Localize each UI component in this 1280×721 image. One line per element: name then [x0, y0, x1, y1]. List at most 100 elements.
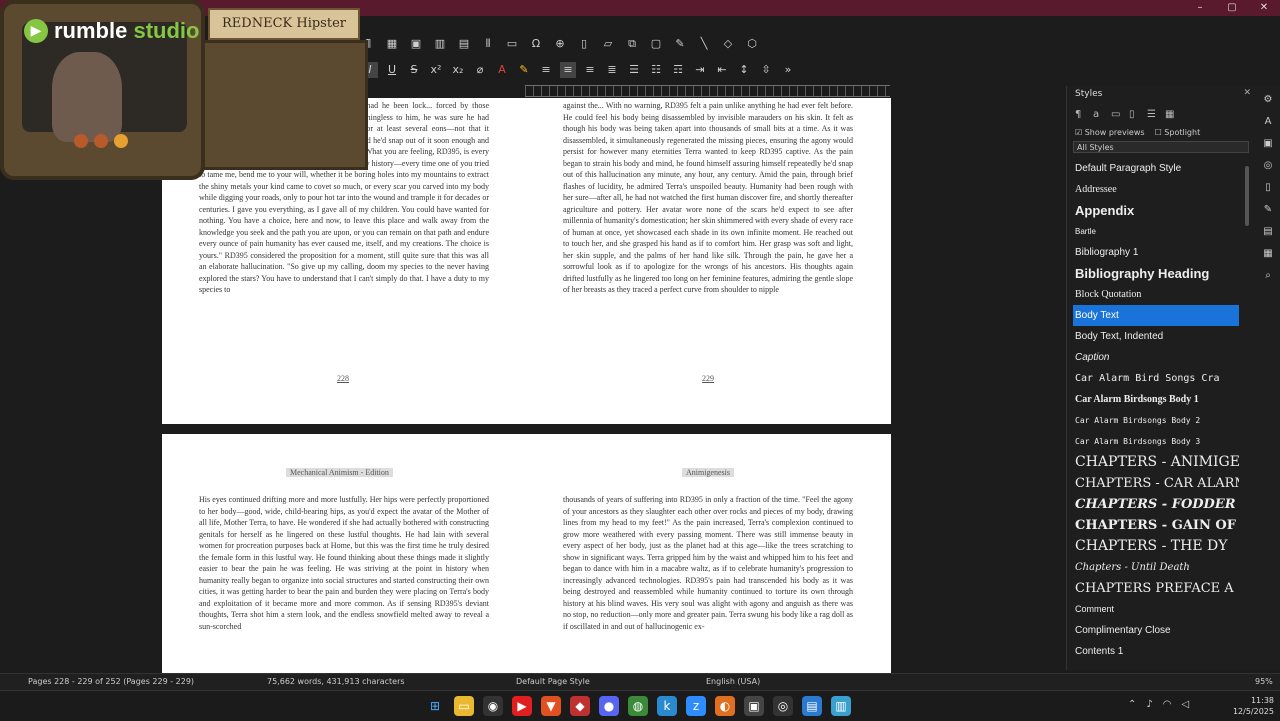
draw-functions-icon[interactable]: ⬡ — [744, 36, 760, 52]
sidebar-close-icon[interactable]: ✕ — [1243, 88, 1251, 98]
style-item[interactable]: Addressee — [1073, 179, 1239, 200]
spotlight-checkbox[interactable]: ☐ Spotlight — [1155, 128, 1201, 137]
outline-icon[interactable]: ☶ — [670, 62, 686, 78]
page-count[interactable]: Pages 228 - 229 of 252 (Pages 229 - 229) — [28, 677, 194, 686]
line-icon[interactable]: ╲ — [696, 36, 712, 52]
cross-reference-icon[interactable]: ⧉ — [624, 36, 640, 52]
brave-icon[interactable]: ▼ — [541, 696, 561, 716]
style-item[interactable]: Body Text, Indented — [1073, 326, 1239, 347]
find-icon[interactable]: ⌕ — [1261, 270, 1275, 284]
style-item[interactable]: CHAPTERS - ANIMIGE — [1073, 452, 1239, 473]
text-box-icon[interactable]: ▤ — [456, 36, 472, 52]
style-item[interactable]: Car Alarm Birdsongs Body 2 — [1073, 410, 1239, 431]
style-inspector-icon[interactable]: ✎ — [1261, 204, 1275, 218]
clock[interactable]: 11:38 12/5/2025 — [1233, 695, 1274, 717]
increase-indent-icon[interactable]: ⇥ — [692, 62, 708, 78]
decrease-indent-icon[interactable]: ⇤ — [714, 62, 730, 78]
align-right-icon[interactable]: ≡ — [582, 62, 598, 78]
wifi-icon[interactable]: ◠ — [1163, 699, 1172, 710]
style-item[interactable]: Caption — [1073, 347, 1239, 368]
show-previews-checkbox[interactable]: ☑ Show previews — [1075, 128, 1145, 137]
style-item[interactable]: Car Alarm Birdsongs Body 1 — [1073, 389, 1239, 410]
gallery-icon[interactable]: ▣ — [1261, 138, 1275, 152]
app-icon[interactable]: k — [657, 696, 677, 716]
sidebar-scrollbar[interactable] — [1245, 166, 1249, 226]
justify-icon[interactable]: ≣ — [604, 62, 620, 78]
insert-image-icon[interactable]: ▣ — [408, 36, 424, 52]
font-color-icon[interactable]: A — [494, 62, 510, 78]
clear-formatting-icon[interactable]: ⌀ — [472, 62, 488, 78]
strikethrough-button[interactable]: S — [406, 62, 422, 78]
paragraph-spacing-icon[interactable]: ⇳ — [758, 62, 774, 78]
special-character-icon[interactable]: Ω — [528, 36, 544, 52]
notepad-icon[interactable]: ▥ — [831, 696, 851, 716]
table-styles-icon[interactable]: ▦ — [1165, 109, 1177, 121]
page-icon[interactable]: ▯ — [1261, 182, 1275, 196]
shapes-icon[interactable]: ◇ — [720, 36, 736, 52]
start-icon[interactable]: ⊞ — [425, 696, 445, 716]
insert-table-icon[interactable]: ▦ — [384, 36, 400, 52]
manage-changes-icon[interactable]: ▤ — [1261, 226, 1275, 240]
minimize-button[interactable]: – — [1184, 0, 1216, 16]
document-canvas[interactable]: RD395 felt despair, pain, and agony. How… — [162, 98, 891, 673]
style-item[interactable]: CHAPTERS - CAR ALARM — [1073, 473, 1239, 494]
subscript-button[interactable]: x₂ — [450, 62, 466, 78]
styles-icon[interactable]: A — [1261, 116, 1275, 130]
firefox-icon[interactable]: ◐ — [715, 696, 735, 716]
style-item[interactable]: CHAPTERS - GAIN OF FU — [1073, 515, 1239, 536]
align-left-icon[interactable]: ≡ — [538, 62, 554, 78]
bookmark-icon[interactable]: ▱ — [600, 36, 616, 52]
horizontal-ruler[interactable] — [525, 85, 890, 97]
track-changes-icon[interactable]: ✎ — [672, 36, 688, 52]
file-explorer-icon[interactable]: ▭ — [454, 696, 474, 716]
bullet-list-icon[interactable]: ☰ — [626, 62, 642, 78]
close-button[interactable]: ✕ — [1248, 0, 1280, 16]
style-item[interactable]: Bartle — [1073, 221, 1239, 242]
youtube-icon[interactable]: ▶ — [512, 696, 532, 716]
line-spacing-icon[interactable]: ↕ — [736, 62, 752, 78]
style-item[interactable]: Car Alarm Birdsongs Body 3 — [1073, 431, 1239, 452]
navigator-icon[interactable]: ◎ — [1261, 160, 1275, 174]
terminal-icon[interactable]: ▣ — [744, 696, 764, 716]
insert-chart-icon[interactable]: ▥ — [432, 36, 448, 52]
page-break-icon[interactable]: ⫴ — [480, 36, 496, 52]
style-item[interactable]: CHAPTERS - THE DY — [1073, 536, 1239, 557]
style-item[interactable]: Block Quotation — [1073, 284, 1239, 305]
page-styles-icon[interactable]: ▯ — [1129, 109, 1141, 121]
style-item[interactable]: Contents 1 — [1073, 641, 1239, 662]
frame-styles-icon[interactable]: ▭ — [1111, 109, 1123, 121]
style-filter-select[interactable]: All Styles — [1073, 141, 1249, 153]
pdf-icon[interactable]: ◆ — [570, 696, 590, 716]
style-item[interactable]: CHAPTERS - FODDER — [1073, 494, 1239, 515]
style-item-selected[interactable]: Body Text — [1073, 305, 1239, 326]
footnote-icon[interactable]: ▯ — [576, 36, 592, 52]
style-item[interactable]: Appendix — [1073, 200, 1239, 221]
language[interactable]: English (USA) — [706, 677, 760, 686]
numbered-list-icon[interactable]: ☷ — [648, 62, 664, 78]
chrome-icon[interactable]: ◍ — [628, 696, 648, 716]
more-options-icon[interactable]: » — [780, 62, 796, 78]
page-style[interactable]: Default Page Style — [516, 677, 590, 686]
style-item[interactable]: Default Paragraph Style — [1073, 158, 1239, 179]
page-231-text[interactable]: thousands of years of suffering into RD3… — [563, 494, 853, 673]
page-229-text[interactable]: against the... With no warning, RD395 fe… — [563, 100, 853, 356]
superscript-button[interactable]: x² — [428, 62, 444, 78]
style-item[interactable]: Bibliography Heading — [1073, 263, 1239, 284]
align-center-icon[interactable]: ≡ — [560, 62, 576, 78]
design-icon[interactable]: ▦ — [1261, 248, 1275, 262]
volume-icon[interactable]: ◁ — [1182, 699, 1190, 710]
highlight-color-icon[interactable]: ✎ — [516, 62, 532, 78]
writer-icon[interactable]: ▤ — [802, 696, 822, 716]
properties-icon[interactable]: ⚙ — [1261, 94, 1275, 108]
field-icon[interactable]: ▭ — [504, 36, 520, 52]
chevron-up-icon[interactable]: ⌃ — [1128, 699, 1136, 710]
discord-icon[interactable]: ● — [599, 696, 619, 716]
character-styles-icon[interactable]: a — [1093, 109, 1105, 121]
zoom-level[interactable]: 95% — [1255, 677, 1273, 686]
obs-icon[interactable]: ◎ — [773, 696, 793, 716]
paragraph-styles-icon[interactable]: ¶ — [1075, 109, 1087, 121]
hyperlink-icon[interactable]: ⊕ — [552, 36, 568, 52]
word-count[interactable]: 75,662 words, 431,913 characters — [267, 677, 405, 686]
style-item[interactable]: Chapters - Until Death — [1073, 557, 1239, 578]
style-item[interactable]: Bibliography 1 — [1073, 242, 1239, 263]
